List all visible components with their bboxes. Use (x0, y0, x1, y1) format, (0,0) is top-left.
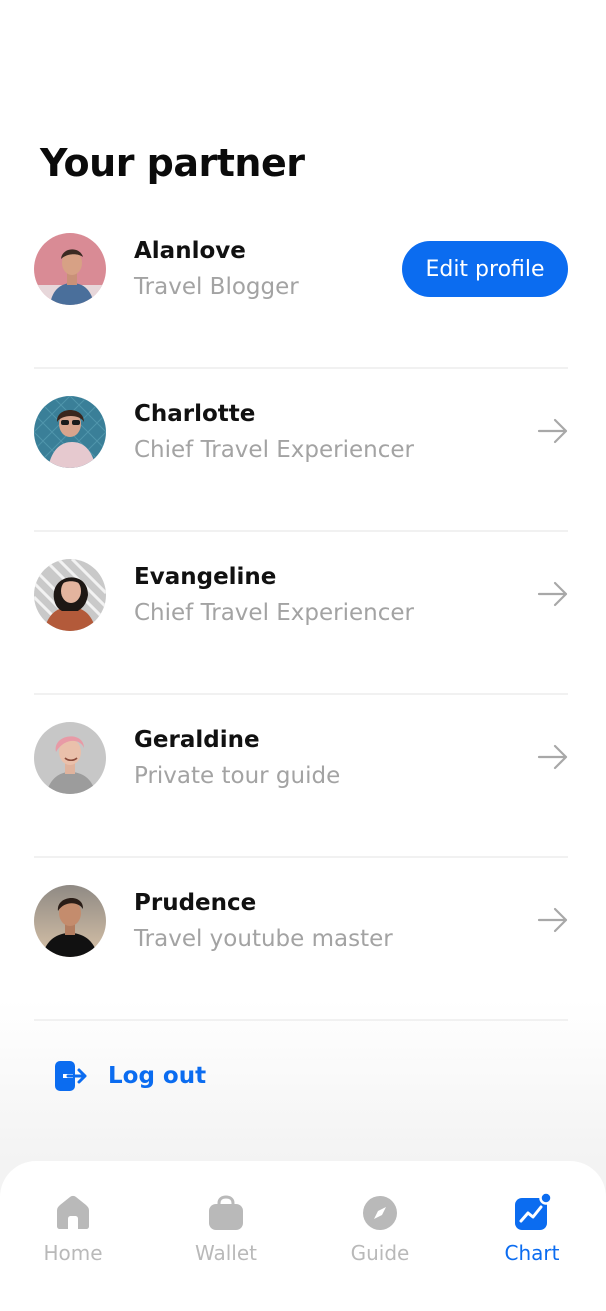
wallet-icon (209, 1195, 243, 1230)
partner-name: Charlotte (134, 401, 256, 427)
tab-label: Home (43, 1241, 103, 1265)
partner-row[interactable]: Alanlove Travel Blogger Edit profile (34, 206, 568, 369)
partner-role: Private tour guide (134, 763, 341, 789)
arrow-right-icon[interactable] (536, 414, 570, 448)
notification-badge (539, 1193, 552, 1205)
tab-bar: Home Wallet Guide Chart (0, 1161, 606, 1311)
partner-name: Geraldine (134, 727, 260, 753)
compass-icon (363, 1196, 397, 1230)
partner-role: Travel youtube master (134, 926, 393, 952)
partner-name: Alanlove (134, 238, 246, 264)
partner-role: Travel Blogger (134, 274, 299, 300)
tab-chart[interactable]: Chart (462, 1193, 602, 1273)
partner-row[interactable]: Charlotte Chief Travel Experiencer (34, 369, 568, 532)
arrow-right-icon[interactable] (536, 577, 570, 611)
avatar (34, 396, 106, 468)
partner-list: Alanlove Travel Blogger Edit profile Cha… (34, 206, 568, 1021)
page-title: Your partner (40, 141, 305, 185)
tab-home[interactable]: Home (3, 1193, 143, 1273)
partner-role: Chief Travel Experiencer (134, 437, 414, 463)
tab-label: Guide (350, 1241, 410, 1265)
tab-label: Chart (504, 1241, 560, 1265)
partner-row[interactable]: Geraldine Private tour guide (34, 695, 568, 858)
logout-icon (55, 1061, 87, 1091)
avatar (34, 885, 106, 957)
home-icon (57, 1195, 89, 1229)
tab-wallet[interactable]: Wallet (156, 1193, 296, 1273)
edit-profile-button[interactable]: Edit profile (402, 241, 568, 297)
arrow-right-icon[interactable] (536, 903, 570, 937)
tab-label: Wallet (194, 1241, 257, 1265)
logout-label: Log out (108, 1063, 207, 1089)
tab-guide[interactable]: Guide (310, 1193, 450, 1273)
avatar (34, 233, 106, 305)
arrow-right-icon[interactable] (536, 740, 570, 774)
avatar (34, 722, 106, 794)
partner-row[interactable]: Prudence Travel youtube master (34, 858, 568, 1021)
partner-role: Chief Travel Experiencer (134, 600, 414, 626)
chart-icon (515, 1193, 552, 1230)
partner-name: Prudence (134, 890, 257, 916)
logout-button[interactable]: Log out (54, 1058, 206, 1094)
partner-name: Evangeline (134, 564, 277, 590)
partner-row[interactable]: Evangeline Chief Travel Experiencer (34, 532, 568, 695)
avatar (34, 559, 106, 631)
